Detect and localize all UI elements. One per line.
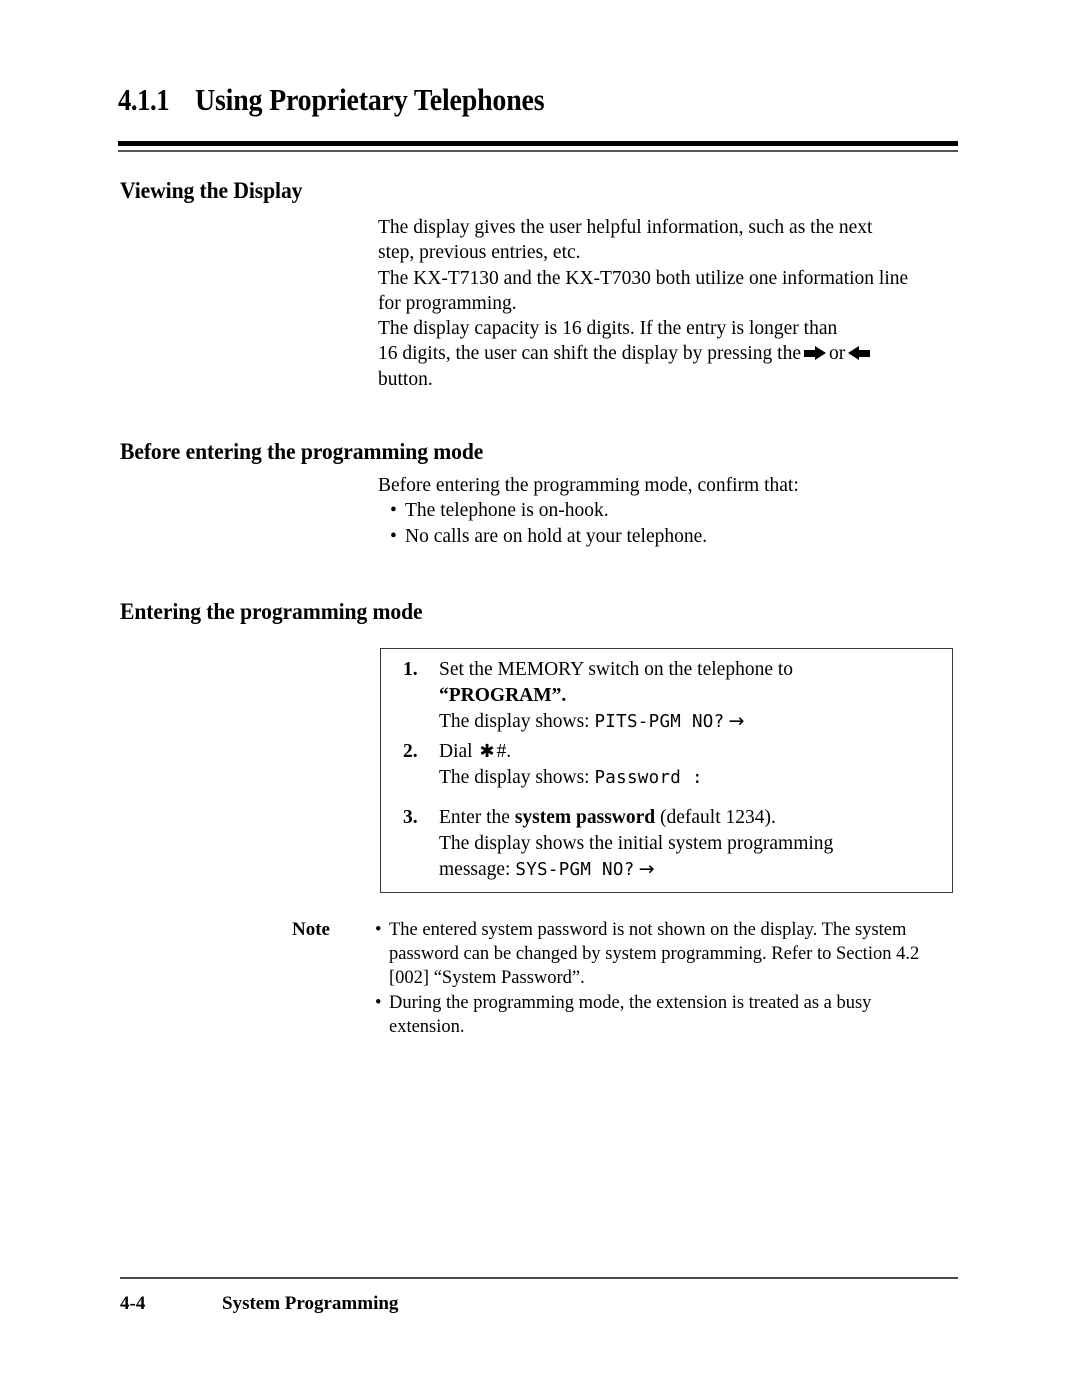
body-line: The KX-T7130 and the KX-T7030 both utili… <box>378 267 909 289</box>
list-item: No calls are on hold at your telephone. <box>378 524 968 550</box>
step-number: 1. <box>403 659 418 680</box>
section-heading-before-entering: Before entering the programming mode <box>120 439 484 464</box>
step-line: Set the MEMORY switch on the telephone t… <box>439 659 794 680</box>
body-line: step, previous entries, etc. <box>378 242 581 264</box>
display-shows-label: message: <box>439 858 511 880</box>
note-line: During the programming mode, the extensi… <box>389 992 872 1013</box>
arrow-right-thin-icon: → <box>638 857 655 880</box>
steps-box: 1. Set the MEMORY switch on the telephon… <box>380 648 953 893</box>
step-line-post: #. <box>496 741 512 762</box>
step-item: 3. Enter the system password (default 12… <box>403 805 943 883</box>
step-line-bold: “PROGRAM”. <box>439 684 567 706</box>
section-body-viewing-the-display: The display gives the user helpful infor… <box>378 215 968 392</box>
title-rule-thin <box>118 150 958 152</box>
arrow-right-icon <box>803 346 826 361</box>
step-line-bold: system password <box>514 807 656 828</box>
note-line: The entered system password is not shown… <box>389 920 907 940</box>
step-item: 1. Set the MEMORY switch on the telephon… <box>403 657 943 735</box>
section-body-before-entering: Before entering the programming mode, co… <box>378 473 968 549</box>
note-label: Note <box>292 919 330 940</box>
note-line: extension. <box>389 1016 465 1037</box>
title-rule-thick <box>118 141 958 146</box>
footer-title: System Programming <box>222 1293 399 1314</box>
page-title-text: Using Proprietary Telephones <box>194 82 545 117</box>
arrow-right-thin-icon: → <box>728 709 745 732</box>
display-shows-label: The display shows: <box>439 710 590 732</box>
body-line: button. <box>378 368 433 390</box>
display-message: Password : <box>594 767 703 788</box>
body-line: Before entering the programming mode, co… <box>378 475 799 496</box>
before-entering-bullet-list: The telephone is on-hook. No calls are o… <box>378 498 968 549</box>
step-line-post: (default 1234). <box>660 807 776 828</box>
body-line-with-arrows: 16 digits, the user can shift the displa… <box>378 341 968 366</box>
asterisk-key-icon: ✱ <box>479 741 495 762</box>
footer-page-number: 4-4 <box>120 1293 146 1314</box>
step-item: 2. Dial ✱ #. The display shows: Password … <box>403 739 943 792</box>
arrow-left-icon <box>848 346 871 361</box>
list-item: The telephone is on-hook. <box>378 498 968 524</box>
footer-rule <box>120 1277 958 1279</box>
note-body: The entered system password is not shown… <box>375 918 975 1039</box>
section-heading-viewing-the-display: Viewing the Display <box>120 178 303 203</box>
note-item: The entered system password is not shown… <box>375 918 975 991</box>
section-heading-entering: Entering the programming mode <box>120 599 423 624</box>
shift-text-or: or <box>828 343 846 365</box>
page-title: 4.1.1 Using Proprietary Telephones <box>118 82 960 118</box>
note-line: password can be changed by system progra… <box>389 944 920 965</box>
step-line: Dial <box>439 741 473 762</box>
note-item: During the programming mode, the extensi… <box>375 991 975 1039</box>
display-message: SYS-PGM NO? <box>515 859 635 880</box>
page-title-number: 4.1.1 <box>118 82 170 117</box>
display-shows-label: The display shows: <box>439 766 590 788</box>
step-number: 3. <box>403 807 418 828</box>
step-line: The display shows the initial system pro… <box>439 832 834 854</box>
note-line: [002] “System Password”. <box>389 968 585 989</box>
step-line-pre: Enter the <box>439 807 510 828</box>
body-line: The display capacity is 16 digits. If th… <box>378 318 838 340</box>
body-line: for programming. <box>378 292 517 314</box>
body-line: The display gives the user helpful infor… <box>378 217 873 238</box>
display-message: PITS-PGM NO? <box>594 711 725 732</box>
document-page: 4.1.1 Using Proprietary Telephones Viewi… <box>0 0 1080 1397</box>
shift-text-before: 16 digits, the user can shift the displa… <box>378 343 801 365</box>
step-number: 2. <box>403 741 418 762</box>
